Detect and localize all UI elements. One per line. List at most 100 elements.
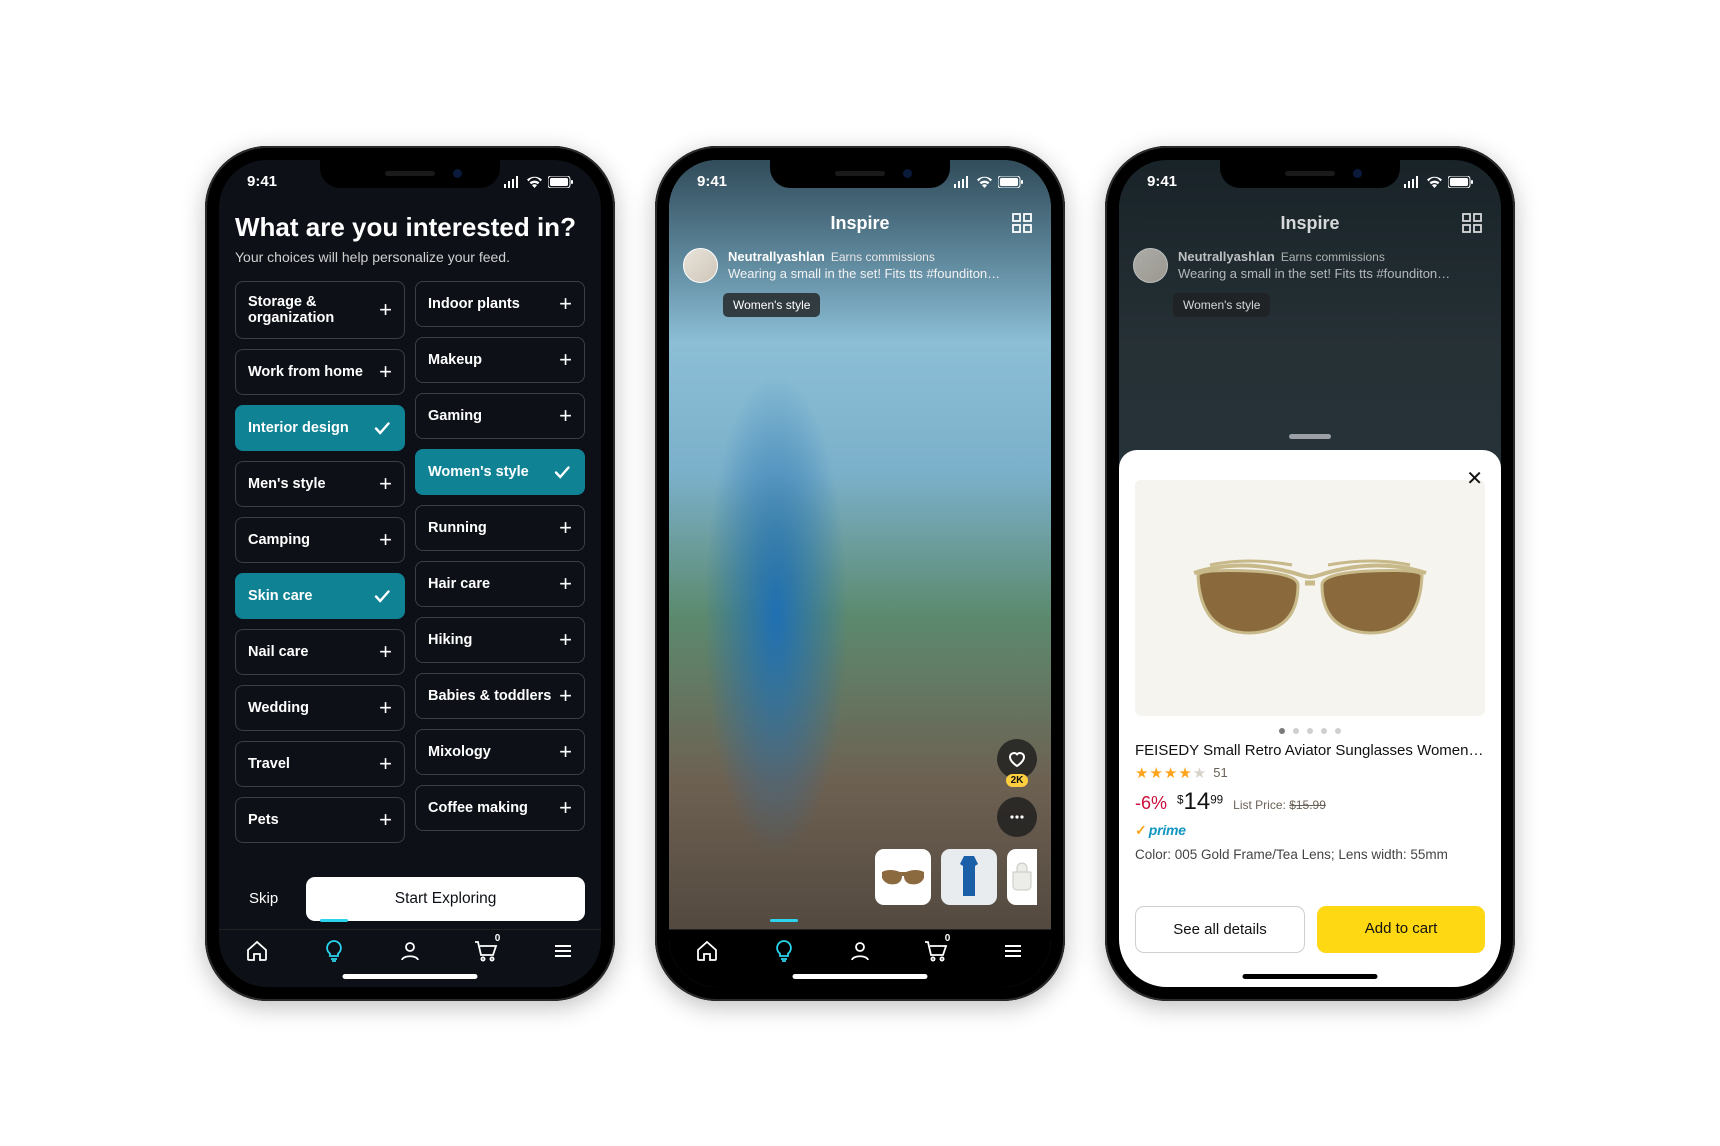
interest-chip[interactable]: Camping+ <box>235 517 405 563</box>
plus-icon: + <box>559 293 572 315</box>
check-icon <box>552 462 572 482</box>
add-to-cart-button[interactable]: Add to cart <box>1317 906 1485 953</box>
interest-chip[interactable]: Coffee making + <box>415 785 585 831</box>
nav-menu[interactable] <box>541 929 585 973</box>
interest-chip[interactable]: Work from home+ <box>235 349 405 395</box>
chip-label: Coffee making <box>428 800 528 816</box>
star-icons: ★★★★★ <box>1135 764 1207 782</box>
status-time: 9:41 <box>1147 173 1177 190</box>
interest-chip[interactable]: Hair care+ <box>415 561 585 607</box>
nav-home[interactable] <box>685 929 729 973</box>
rating-row[interactable]: ★★★★★ 51 <box>1135 764 1485 782</box>
author-name: Neutrallyashlan <box>728 249 825 264</box>
cart-count: 0 <box>945 933 951 944</box>
image-pager-dots[interactable] <box>1135 728 1485 734</box>
interest-chip[interactable]: Wedding + <box>235 685 405 731</box>
phone-product-sheet: 9:41 Inspire NeutrallyashlanEarns commis… <box>1105 146 1515 1001</box>
nav-inspire[interactable] <box>312 929 356 973</box>
discount-percent: -6% <box>1135 793 1167 814</box>
close-icon[interactable]: ✕ <box>1460 460 1489 497</box>
chip-label: Skin care <box>248 588 313 604</box>
product-thumb-sunglasses[interactable] <box>875 849 931 905</box>
product-thumb-bag[interactable] <box>1007 849 1037 905</box>
chip-label: Wedding <box>248 700 309 716</box>
nav-profile[interactable] <box>388 929 432 973</box>
interest-chip[interactable]: Hiking+ <box>415 617 585 663</box>
avatar[interactable] <box>683 248 718 283</box>
check-icon <box>372 586 392 606</box>
list-price: List Price: $15.99 <box>1233 798 1326 812</box>
plus-icon: + <box>559 517 572 539</box>
interest-chip[interactable]: Babies & toddlers+ <box>415 673 585 719</box>
plus-icon: + <box>559 797 572 819</box>
nav-inspire[interactable] <box>762 929 806 973</box>
plus-icon: + <box>559 573 572 595</box>
author-name: Neutrallyashlan <box>1178 249 1275 264</box>
nav-profile[interactable] <box>838 929 882 973</box>
phone-inspire-feed: 9:41 Inspire NeutrallyashlanEarns commis… <box>655 146 1065 1001</box>
chip-label: Travel <box>248 756 290 772</box>
cart-count: 0 <box>495 933 501 944</box>
phone-interests: 9:41 What are you interested in? Your ch… <box>205 146 615 1001</box>
rating-count: 51 <box>1213 765 1227 780</box>
interest-chip[interactable]: Indoor plants + <box>415 281 585 327</box>
chip-label: Makeup <box>428 352 482 368</box>
plus-icon: + <box>379 641 392 663</box>
chip-label: Nail care <box>248 644 308 660</box>
nav-cart[interactable]: 0 <box>464 929 508 973</box>
interest-chip[interactable]: Interior design <box>235 405 405 451</box>
nav-home[interactable] <box>235 929 279 973</box>
product-title[interactable]: FEISEDY Small Retro Aviator Sunglasses W… <box>1135 742 1485 759</box>
start-exploring-button[interactable]: Start Exploring <box>306 877 585 921</box>
like-button[interactable]: 2K <box>997 739 1037 779</box>
sheet-handle[interactable] <box>1289 434 1331 439</box>
chip-label: Mixology <box>428 744 491 760</box>
grid-view-icon[interactable] <box>1461 212 1483 239</box>
chip-label: Storage & organization <box>248 294 379 326</box>
interest-chip[interactable]: Pets + <box>235 797 405 843</box>
more-button[interactable] <box>997 797 1037 837</box>
chip-label: Men's style <box>248 476 326 492</box>
interest-chip[interactable]: Men's style + <box>235 461 405 507</box>
interest-chip[interactable]: Travel + <box>235 741 405 787</box>
plus-icon: + <box>379 361 392 383</box>
nav-cart[interactable]: 0 <box>914 929 958 973</box>
grid-view-icon[interactable] <box>1011 212 1033 239</box>
interest-chip[interactable]: Running + <box>415 505 585 551</box>
chip-label: Gaming <box>428 408 482 424</box>
plus-icon: + <box>379 809 392 831</box>
plus-icon: + <box>559 349 572 371</box>
category-tag[interactable]: Women's style <box>723 293 820 317</box>
price: $1499 <box>1177 788 1223 816</box>
plus-icon: + <box>379 473 392 495</box>
plus-icon: + <box>559 629 572 651</box>
category-tag: Women's style <box>1173 293 1270 317</box>
plus-icon: + <box>559 741 572 763</box>
plus-icon: + <box>379 753 392 775</box>
see-details-button[interactable]: See all details <box>1135 906 1305 953</box>
product-thumb-outfit[interactable] <box>941 849 997 905</box>
chip-label: Indoor plants <box>428 296 520 312</box>
post-caption: Wearing a small in the set! Fits tts #fo… <box>1178 265 1450 283</box>
plus-icon: + <box>379 697 392 719</box>
product-image[interactable] <box>1135 480 1485 716</box>
interest-chip[interactable]: Gaming + <box>415 393 585 439</box>
chip-label: Pets <box>248 812 279 828</box>
earns-badge: Earns commissions <box>1281 250 1385 264</box>
plus-icon: + <box>379 299 392 321</box>
chip-label: Running <box>428 520 487 536</box>
interest-chip[interactable]: Women's style <box>415 449 585 495</box>
nav-menu[interactable] <box>991 929 1035 973</box>
interest-chip[interactable]: Skin care <box>235 573 405 619</box>
plus-icon: + <box>559 405 572 427</box>
skip-button[interactable]: Skip <box>235 880 292 917</box>
chip-label: Women's style <box>428 464 529 480</box>
status-right <box>503 176 573 188</box>
post-author-row[interactable]: NeutrallyashlanEarns commissions Wearing… <box>669 244 1051 287</box>
prime-badge: ✓prime <box>1135 822 1485 839</box>
chip-label: Interior design <box>248 420 349 436</box>
interest-chip[interactable]: Storage & organization+ <box>235 281 405 339</box>
interest-chip[interactable]: Mixology + <box>415 729 585 775</box>
interest-chip[interactable]: Makeup + <box>415 337 585 383</box>
interest-chip[interactable]: Nail care + <box>235 629 405 675</box>
